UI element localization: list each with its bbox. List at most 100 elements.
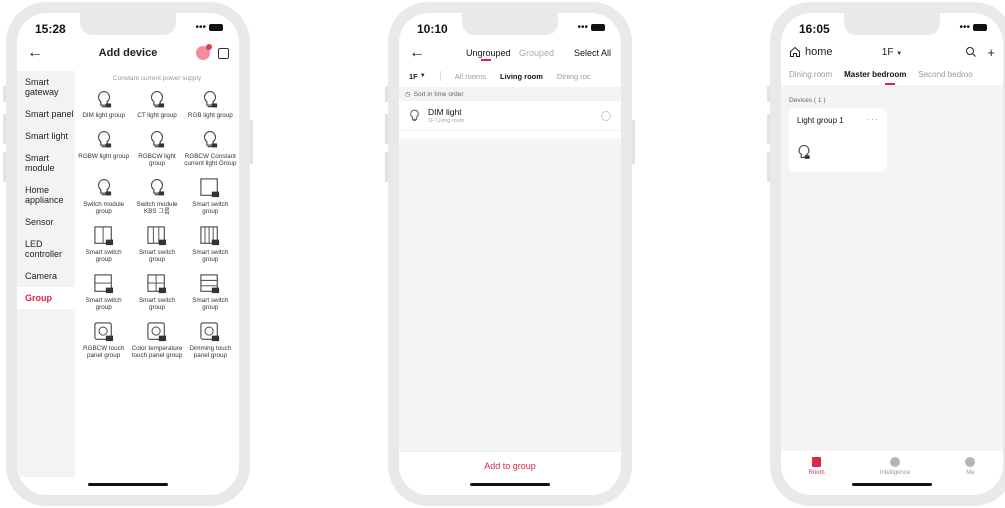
room-icon — [812, 457, 822, 467]
home-selector[interactable]: home — [789, 46, 833, 58]
back-arrow-icon[interactable]: ← — [409, 44, 425, 62]
intelligence-icon — [889, 457, 900, 467]
notification-hand-icon[interactable] — [196, 44, 212, 60]
switch-1gang-icon — [200, 177, 220, 199]
home-indicator — [88, 483, 168, 486]
room-filter-bar: 1F ▼ All rooms Living room Dining roc — [399, 65, 621, 87]
add-to-group-button[interactable]: Add to group — [484, 461, 536, 471]
sort-bar[interactable]: ◷ Sort in time order — [399, 87, 621, 101]
bottom-bar: Add to group — [399, 451, 621, 495]
bulb-icon — [96, 177, 112, 199]
device-type-item[interactable]: Smart switch group — [184, 225, 237, 264]
device-type-item[interactable]: RGBCW light group — [130, 129, 183, 168]
device-type-item[interactable]: Smart switch group — [184, 177, 237, 216]
device-type-item[interactable]: Smart switch group — [130, 273, 183, 312]
bulb-icon — [149, 177, 165, 199]
room-tab-master[interactable]: Master bedroom — [844, 70, 906, 79]
select-radio[interactable] — [601, 110, 611, 121]
device-type-label: Smart switch group — [85, 296, 122, 312]
touch-panel-icon — [94, 321, 114, 343]
more-icon[interactable]: ··· — [867, 114, 879, 124]
device-type-label: Switch module group — [83, 200, 125, 216]
device-type-item[interactable]: Switch module KBS 그룹 — [130, 177, 183, 216]
room-tab-living[interactable]: Living room — [500, 72, 543, 81]
battery-icon — [209, 24, 223, 31]
category-item[interactable]: Smart module — [17, 147, 75, 179]
device-type-item[interactable]: RGBCW touch panel group — [77, 321, 130, 360]
device-type-item[interactable]: Dimming touch panel group — [184, 321, 237, 360]
device-type-item[interactable]: Smart switch group — [77, 225, 130, 264]
room-tab-second[interactable]: Second bedroo — [918, 70, 972, 79]
sort-label: Sort in time order — [413, 90, 464, 98]
bulb-icon — [410, 109, 419, 121]
switch-4gang-icon — [200, 225, 220, 247]
touch-panel-icon — [147, 321, 167, 343]
category-item[interactable]: Camera — [17, 265, 75, 287]
bulb-icon — [149, 129, 165, 151]
home-name: home — [805, 46, 833, 58]
category-item[interactable]: Group — [17, 287, 75, 309]
tab-indicator — [481, 59, 491, 61]
status-bar: 15:28 ••• — [17, 13, 239, 41]
device-type-label: RGB light group — [187, 112, 233, 119]
category-item[interactable]: Smart gateway — [17, 71, 75, 103]
device-type-item[interactable]: CT light group — [130, 88, 183, 120]
device-card[interactable]: Light group 1 ··· — [789, 108, 887, 172]
bulb-icon — [149, 88, 165, 110]
device-row[interactable]: DIM light 1F Living room — [399, 101, 621, 131]
device-type-label: RGBCW Constant current light Group — [184, 152, 237, 168]
empty-area — [399, 139, 621, 451]
nav-label: Room — [808, 470, 825, 476]
category-item[interactable]: Smart panel — [17, 103, 75, 125]
device-type-item[interactable]: RGB light group — [184, 88, 237, 120]
category-item[interactable]: Sensor — [17, 211, 75, 233]
wifi-icon: ••• — [959, 22, 970, 33]
device-type-item[interactable]: RGBCW Constant current light Group — [184, 129, 237, 168]
bulb-icon — [202, 129, 218, 151]
device-type-item[interactable]: Smart switch group — [77, 273, 130, 312]
section-title: Constant current power supply — [112, 75, 202, 82]
home-indicator — [852, 483, 932, 486]
search-icon[interactable] — [965, 46, 977, 58]
device-type-label: Smart switch group — [192, 296, 229, 312]
status-bar: 16:05 ••• — [781, 13, 1003, 41]
app-header: ← Add device — [17, 41, 239, 65]
nav-intelligence[interactable]: Intelligence — [880, 457, 910, 495]
select-all-button[interactable]: Select All — [574, 48, 611, 58]
back-arrow-icon[interactable]: ← — [27, 44, 43, 62]
nav-label: Intelligence — [879, 470, 911, 476]
device-type-label: Smart switch group — [192, 248, 229, 264]
nav-me[interactable]: Me — [965, 457, 976, 495]
category-item[interactable]: LED controller — [17, 233, 75, 265]
notch — [462, 13, 558, 35]
battery-icon — [591, 24, 605, 31]
tab-grouped[interactable]: Grouped — [519, 48, 554, 58]
device-grid: DIM light group CT light group RGB light g… — [77, 88, 237, 360]
divider — [439, 71, 441, 81]
devices-count: Devices ( 1 ) — [789, 97, 826, 104]
category-item[interactable]: Home appliance — [17, 179, 75, 211]
add-icon[interactable]: + — [987, 45, 995, 60]
device-type-label: Smart switch group — [192, 200, 229, 216]
scan-icon[interactable] — [218, 47, 229, 59]
device-type-item[interactable]: Smart switch group — [184, 273, 237, 312]
category-item[interactable]: Smart light — [17, 125, 75, 147]
device-type-item[interactable]: DIM light group — [77, 88, 130, 120]
device-type-label: Switch module KBS 그룹 — [136, 200, 178, 216]
touch-panel-icon — [200, 321, 220, 343]
clock-icon: ◷ — [405, 91, 411, 98]
floor-selector[interactable]: 1F ▼ — [409, 72, 426, 81]
tab-ungrouped[interactable]: Ungrouped — [466, 48, 511, 58]
device-type-item[interactable]: RGBW light group — [77, 129, 130, 168]
device-type-item[interactable]: Smart switch group — [130, 225, 183, 264]
device-type-item[interactable]: Switch module group — [77, 177, 130, 216]
room-tab-dining[interactable]: Dining room — [789, 70, 832, 79]
device-type-label: RGBCW light group — [138, 152, 176, 168]
device-type-item[interactable]: Color temperature touch panel group — [130, 321, 183, 360]
status-time: 15:28 — [35, 22, 66, 36]
screen: 15:28 ••• ← Add device Smart gateway Smar… — [17, 13, 239, 495]
nav-room[interactable]: Room — [809, 457, 825, 495]
room-tab-dining[interactable]: Dining roc — [557, 72, 591, 81]
device-type-label: Color temperature touch panel group — [131, 344, 183, 360]
room-tab-all[interactable]: All rooms — [455, 72, 486, 81]
